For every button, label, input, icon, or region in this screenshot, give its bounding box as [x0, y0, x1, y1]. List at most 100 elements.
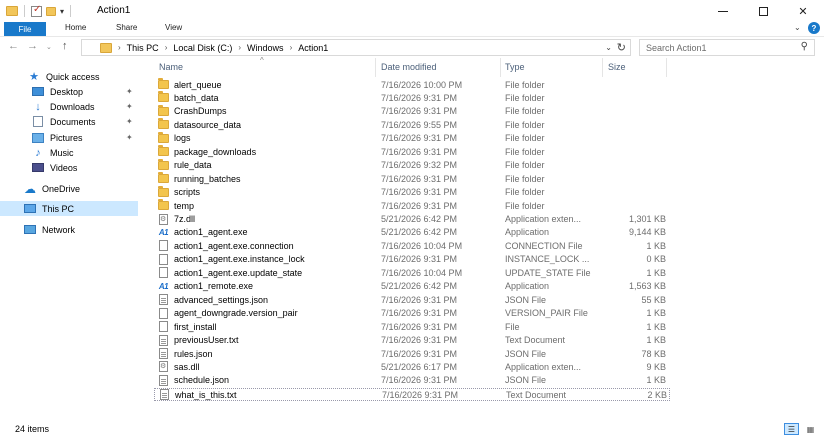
folder-icon: [158, 172, 169, 184]
pin-icon[interactable]: ✦: [126, 133, 133, 142]
nav-item-onedrive[interactable]: ☁ OneDrive: [0, 181, 138, 196]
file-type: File folder: [505, 160, 545, 171]
chevron-right-icon[interactable]: ›: [290, 43, 293, 52]
chevron-right-icon[interactable]: ›: [238, 43, 241, 52]
expand-ribbon-icon[interactable]: ⌄: [794, 23, 801, 32]
chevron-right-icon[interactable]: ›: [118, 43, 121, 52]
maximize-button[interactable]: [746, 0, 780, 22]
large-icons-view-icon: ▦: [806, 424, 815, 434]
search-input[interactable]: [646, 40, 796, 55]
table-row[interactable]: scripts 7/16/2026 9:31 PM File folder: [154, 185, 670, 199]
file-type: Application: [505, 227, 550, 238]
folder-icon-glyph: [158, 172, 169, 184]
column-header-name[interactable]: Name: [159, 62, 183, 72]
date-modified: 5/21/2026 6:17 PM: [381, 361, 458, 372]
minimize-icon: [718, 10, 728, 12]
nav-item-quick-access[interactable]: ★ Quick access: [0, 69, 138, 84]
table-row[interactable]: package_downloads 7/16/2026 9:31 PM File f…: [154, 145, 670, 159]
table-row[interactable]: rule_data 7/16/2026 9:32 PM File folder: [154, 158, 670, 172]
breadcrumb-action1[interactable]: Action1: [298, 43, 328, 53]
table-row[interactable]: batch_data 7/16/2026 9:31 PM File folder: [154, 91, 670, 105]
table-row[interactable]: what_is_this.txt 7/16/2026 9:31 PM Text Do…: [154, 387, 670, 402]
table-row[interactable]: action1_agent.exe.update_state 7/16/2026 …: [154, 267, 670, 280]
table-row[interactable]: CrashDumps 7/16/2026 9:31 PM File folder: [154, 104, 670, 118]
column-divider[interactable]: [666, 58, 667, 77]
up-button[interactable]: ↑: [62, 40, 68, 52]
breadcrumb-this-pc[interactable]: This PC: [127, 43, 159, 53]
text-file-icon: [158, 334, 169, 346]
file-type: File folder: [505, 106, 545, 117]
chevron-down-icon[interactable]: ⌄: [605, 43, 612, 52]
pin-icon[interactable]: ✦: [126, 117, 133, 126]
new-folder-icon[interactable]: [46, 6, 56, 16]
table-row[interactable]: first_install 7/16/2026 9:31 PM File 1 KB: [154, 321, 670, 334]
file-name: batch_data: [174, 92, 219, 103]
nav-item-this-pc[interactable]: This PC: [0, 201, 138, 216]
nav-item-downloads[interactable]: ↓ Downloads ✦: [0, 99, 138, 114]
breadcrumb-local-disk[interactable]: Local Disk (C:): [173, 43, 232, 53]
table-row[interactable]: A1 action1_remote.exe 5/21/2026 6:42 PM App…: [154, 280, 670, 293]
nav-item-videos[interactable]: Videos: [0, 160, 138, 175]
table-row[interactable]: running_batches 7/16/2026 9:31 PM File fol…: [154, 172, 670, 186]
details-view-button[interactable]: ☰: [784, 423, 799, 435]
folder-icon: [158, 131, 169, 143]
column-header-size[interactable]: Size: [608, 62, 626, 72]
column-divider[interactable]: [500, 58, 501, 77]
close-button[interactable]: ✕: [786, 0, 820, 22]
column-divider[interactable]: [602, 58, 603, 77]
properties-icon[interactable]: [31, 4, 42, 17]
refresh-icon[interactable]: ↻: [617, 41, 626, 54]
address-bar[interactable]: › This PC › Local Disk (C:) › Windows › …: [81, 39, 631, 56]
nav-item-documents[interactable]: Documents ✦: [0, 114, 138, 129]
recent-locations-button[interactable]: ⌄: [46, 43, 52, 51]
folder-icon: [100, 42, 112, 53]
table-row[interactable]: action1_agent.exe.instance_lock 7/16/2026…: [154, 253, 670, 266]
tab-file[interactable]: File: [4, 22, 46, 36]
table-row[interactable]: logs 7/16/2026 9:31 PM File folder: [154, 131, 670, 145]
nav-item-music[interactable]: ♪ Music: [0, 145, 138, 160]
table-row[interactable]: alert_queue 7/16/2026 10:00 PM File folder: [154, 78, 670, 92]
file-icon-glyph: [159, 307, 168, 319]
file-type: VERSION_PAIR File: [505, 308, 588, 319]
column-divider[interactable]: [375, 58, 376, 77]
folder-icon: [158, 158, 169, 170]
date-modified: 7/16/2026 9:31 PM: [381, 200, 458, 211]
table-row[interactable]: temp 7/16/2026 9:31 PM File folder: [154, 199, 670, 213]
table-row[interactable]: A1 action1_agent.exe 5/21/2026 6:42 PM Appl…: [154, 226, 670, 239]
table-row[interactable]: action1_agent.exe.connection 7/16/2026 10…: [154, 240, 670, 253]
nav-item-pictures[interactable]: Pictures ✦: [0, 130, 138, 145]
tab-share[interactable]: Share: [116, 23, 137, 32]
table-row[interactable]: sas.dll 5/21/2026 6:17 PM Application exte…: [154, 361, 670, 374]
help-icon[interactable]: ?: [808, 22, 820, 34]
back-button[interactable]: ←: [8, 40, 19, 52]
file-icon: [158, 321, 169, 333]
table-row[interactable]: previousUser.txt 7/16/2026 9:31 PM Text Do…: [154, 334, 670, 347]
customize-toolbar-dropdown[interactable]: ▾: [60, 7, 64, 16]
nav-item-network[interactable]: Network: [0, 222, 138, 237]
file-icon-glyph: [159, 267, 168, 279]
table-row[interactable]: rules.json 7/16/2026 9:31 PM JSON File 78 K…: [154, 348, 670, 361]
dll-file-icon: [158, 361, 169, 373]
file-type: Application: [505, 281, 550, 292]
column-header-date[interactable]: Date modified: [381, 62, 437, 72]
table-row[interactable]: 7z.dll 5/21/2026 6:42 PM Application exten…: [154, 213, 670, 226]
chevron-right-icon[interactable]: ›: [165, 43, 168, 52]
table-row[interactable]: schedule.json 7/16/2026 9:31 PM JSON File 1…: [154, 374, 670, 387]
pin-icon[interactable]: ✦: [126, 102, 133, 111]
table-row[interactable]: advanced_settings.json 7/16/2026 9:31 PM J…: [154, 294, 670, 307]
nav-item-label: Videos: [50, 162, 78, 173]
column-header-type[interactable]: Type: [505, 62, 525, 72]
table-row[interactable]: datasource_data 7/16/2026 9:55 PM File fol…: [154, 118, 670, 132]
minimize-button[interactable]: [706, 0, 740, 22]
nav-item-desktop[interactable]: Desktop ✦: [0, 84, 138, 99]
breadcrumb-windows[interactable]: Windows: [247, 43, 284, 53]
tab-view[interactable]: View: [165, 23, 182, 32]
search-icon[interactable]: ⚲: [801, 41, 808, 52]
file-icon-glyph: [159, 240, 168, 252]
forward-button[interactable]: →: [27, 40, 38, 52]
tab-home[interactable]: Home: [65, 23, 86, 32]
pin-icon[interactable]: ✦: [126, 87, 133, 96]
table-row[interactable]: agent_downgrade.version_pair 7/16/2026 9:…: [154, 307, 670, 320]
search-box[interactable]: ⚲: [639, 39, 815, 56]
large-icons-view-button[interactable]: ▦: [803, 423, 818, 435]
